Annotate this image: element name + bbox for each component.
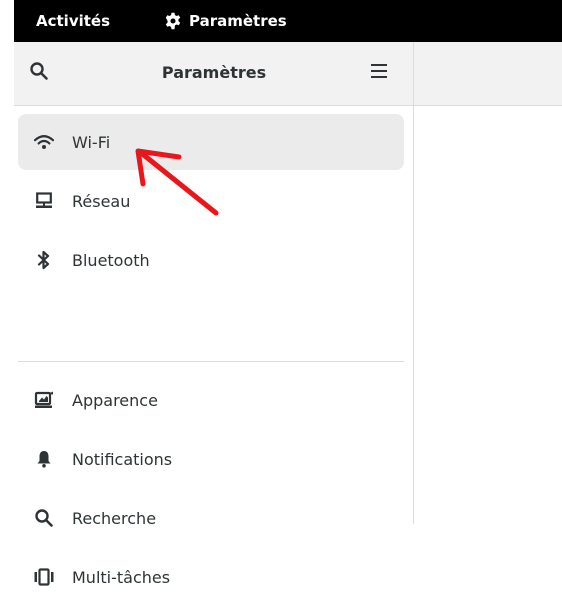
hamburger-menu-icon	[370, 63, 388, 83]
settings-window: Paramètres Wi-Fi Réseau Bluetooth Appare…	[14, 42, 562, 587]
sidebar-item-label: Wi-Fi	[72, 132, 111, 152]
search-icon	[32, 506, 56, 530]
sidebar-item-network[interactable]: Réseau	[18, 173, 404, 229]
activities-button[interactable]: Activités	[36, 11, 110, 31]
main-menu-button[interactable]	[366, 60, 392, 86]
sidebar-item-label: Recherche	[72, 508, 157, 528]
sidebar-item-label: Multi-tâches	[72, 567, 171, 587]
sidebar-item-label: Bluetooth	[72, 250, 150, 270]
sidebar-item-notifications[interactable]: Notifications	[18, 431, 404, 487]
app-menu-label: Paramètres	[189, 12, 287, 30]
bluetooth-icon	[32, 248, 56, 272]
gear-icon	[164, 12, 182, 30]
sidebar-item-multitasking[interactable]: Multi-tâches	[18, 549, 404, 605]
top-bar: Activités Paramètres	[14, 0, 562, 42]
content-pane	[415, 106, 562, 524]
header-title: Paramètres	[161, 63, 267, 82]
appearance-icon	[32, 388, 56, 412]
sidebar-item-label: Notifications	[72, 449, 173, 469]
sidebar-header: Paramètres	[14, 42, 414, 105]
sidebar-separator	[18, 361, 404, 362]
sidebar-item-label: Apparence	[72, 390, 158, 410]
wifi-icon	[32, 130, 56, 154]
header-bar: Paramètres	[14, 42, 562, 106]
sidebar-item-appearance[interactable]: Apparence	[18, 372, 404, 428]
sidebar-item-wifi[interactable]: Wi-Fi	[18, 114, 404, 170]
sidebar-item-bluetooth[interactable]: Bluetooth	[18, 232, 404, 288]
app-menu[interactable]: Paramètres	[164, 11, 287, 31]
sidebar: Wi-Fi Réseau Bluetooth Apparence Notific…	[14, 106, 414, 587]
sidebar-item-search[interactable]: Recherche	[18, 490, 404, 546]
multitasking-icon	[32, 565, 56, 589]
sidebar-item-label: Réseau	[72, 191, 131, 211]
network-icon	[32, 189, 56, 213]
bell-icon	[32, 447, 56, 471]
